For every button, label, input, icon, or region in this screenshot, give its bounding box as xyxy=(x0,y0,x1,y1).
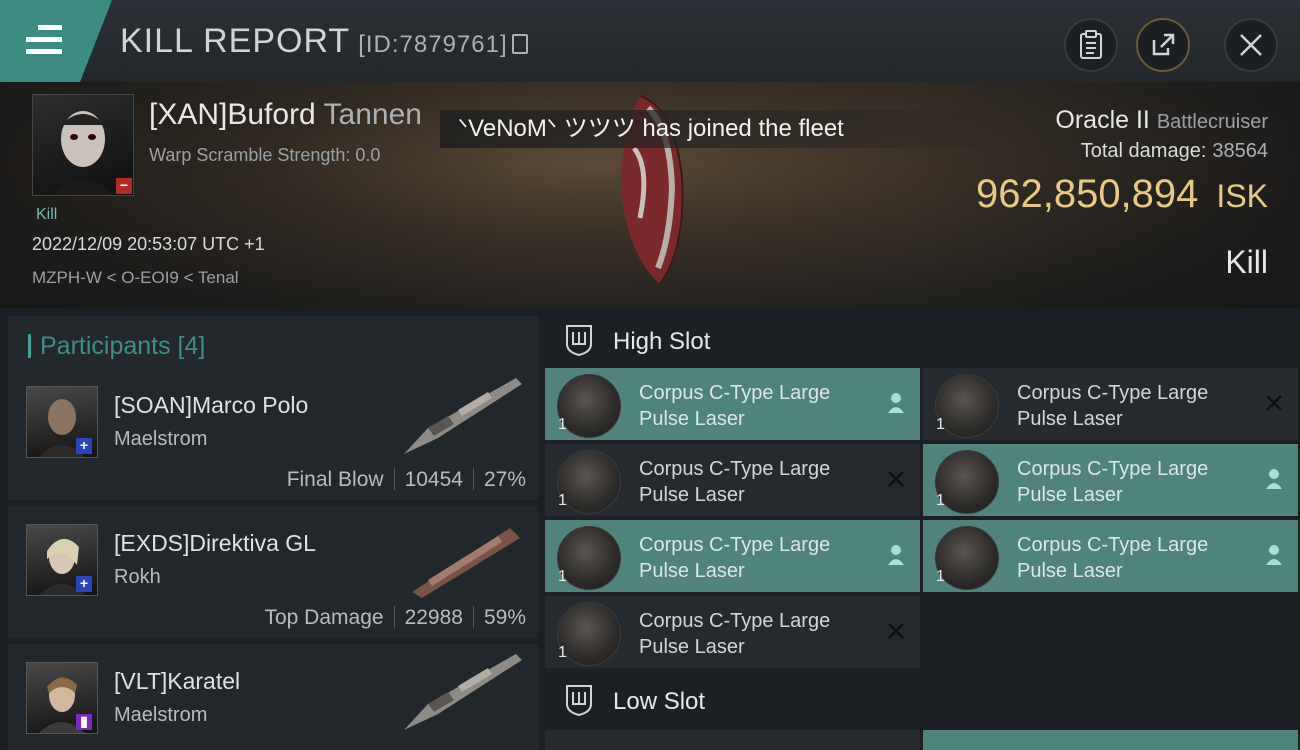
report-id: [ID:7879761] xyxy=(358,31,508,58)
victim-ship[interactable]: Oracle II Battlecruiser xyxy=(1055,106,1268,135)
fleet-notification: ᐠVeNoMᐠ ツツツ has joined the fleet xyxy=(440,110,1018,148)
participant-stat: Top Damage 22988 59% xyxy=(264,606,526,629)
person-icon xyxy=(886,392,906,414)
page-title: KILL REPORT [ID:7879761] xyxy=(120,22,528,61)
x-icon xyxy=(1264,392,1284,414)
low-slot-header: Low Slot xyxy=(545,670,1300,730)
person-icon xyxy=(886,544,906,566)
high-slot-header: High Slot xyxy=(545,310,1300,370)
copy-icon[interactable] xyxy=(511,34,528,54)
module-item[interactable]: 1 Corpus C-Type Large Pulse Laser xyxy=(545,444,920,516)
fitting-panel: High Slot 1 Corpus C-Type Large Pulse La… xyxy=(545,308,1300,750)
maelstrom-ship-icon xyxy=(398,648,528,743)
module-item[interactable]: 1 Corpus C-Type Large Pulse Laser xyxy=(923,444,1298,516)
x-icon xyxy=(886,468,906,490)
alliance-badge: ▮ xyxy=(76,714,92,730)
high-slot-icon xyxy=(566,325,592,356)
share-icon xyxy=(1152,33,1175,56)
corp-badge: + xyxy=(76,576,92,592)
corp-badge: + xyxy=(76,438,92,454)
module-item[interactable]: 1 Corpus C-Type Large Pulse Laser xyxy=(923,520,1298,592)
module-item[interactable] xyxy=(545,730,920,750)
hostile-badge: − xyxy=(116,178,132,194)
module-item[interactable]: 1 Corpus C-Type Large Pulse Laser xyxy=(545,520,920,592)
module-item[interactable]: 1 Corpus C-Type Large Pulse Laser xyxy=(923,368,1298,440)
rokh-ship-icon xyxy=(398,510,528,605)
kill-tag: Kill xyxy=(36,206,58,223)
title-bar: KILL REPORT [ID:7879761] xyxy=(0,0,1300,82)
victim-name[interactable]: [XAN]Buford Tannen xyxy=(149,98,422,132)
participant-row[interactable]: + [SOAN]Marco Polo Maelstrom Final Blow 1… xyxy=(8,368,538,500)
warp-scramble-strength: Warp Scramble Strength: 0.0 xyxy=(149,145,381,165)
share-button[interactable] xyxy=(1136,18,1190,72)
clipboard-button[interactable] xyxy=(1064,18,1118,72)
isk-value: 962,850,894 ISK xyxy=(975,172,1268,216)
participant-stat: Final Blow 10454 27% xyxy=(286,468,526,491)
participant-row[interactable]: + [EXDS]Direktiva GL Rokh Top Damage 2298… xyxy=(8,506,538,638)
person-icon xyxy=(1264,468,1284,490)
clipboard-icon xyxy=(1080,30,1102,59)
person-icon xyxy=(1264,544,1284,566)
close-icon xyxy=(1240,34,1262,56)
x-icon xyxy=(886,620,906,642)
kill-result: Kill xyxy=(1225,244,1268,280)
hamburger-icon xyxy=(26,25,62,61)
module-item[interactable] xyxy=(923,730,1298,750)
participants-panel: Participants [4] + [SOAN]Marco Polo Mael… xyxy=(0,308,540,750)
participants-header: Participants [4] xyxy=(8,316,538,374)
kill-location[interactable]: MZPH-W < O-EOI9 < Tenal xyxy=(32,268,239,288)
close-button[interactable] xyxy=(1224,18,1278,72)
module-item[interactable]: 1 Corpus C-Type Large Pulse Laser xyxy=(545,368,920,440)
low-slot-icon xyxy=(566,685,592,716)
participant-row[interactable]: ▮ [VLT]Karatel Maelstrom xyxy=(8,644,538,750)
module-item[interactable]: 1 Corpus C-Type Large Pulse Laser xyxy=(545,596,920,668)
total-damage: Total damage: 38564 xyxy=(1080,140,1268,162)
maelstrom-ship-icon xyxy=(398,372,528,467)
menu-button[interactable] xyxy=(0,0,112,82)
kill-datetime: 2022/12/09 20:53:07 UTC +1 xyxy=(32,234,265,254)
